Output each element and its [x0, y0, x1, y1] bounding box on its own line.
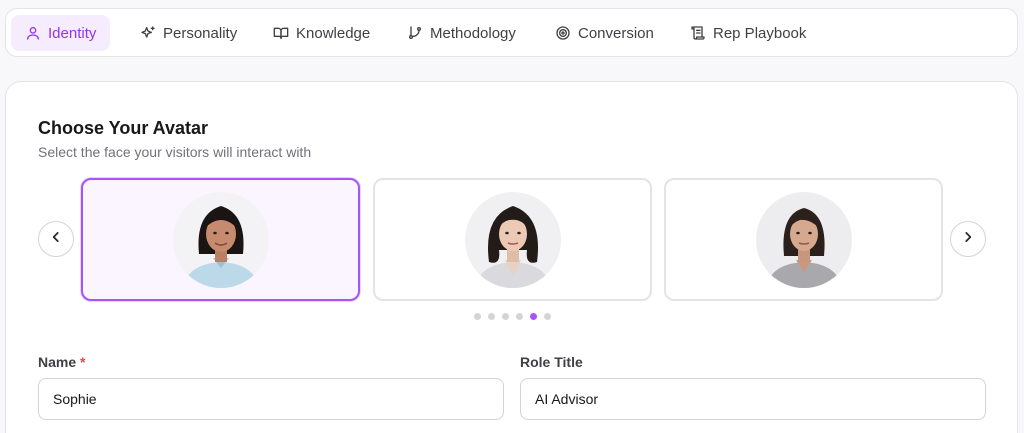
scroll-icon: [690, 25, 706, 41]
pagination-dot[interactable]: [488, 313, 495, 320]
role-title-label: Role Title: [520, 354, 583, 370]
avatar-portrait: [755, 192, 852, 288]
user-icon: [25, 25, 41, 41]
tab-label: Conversion: [578, 24, 654, 42]
carousel-prev-button[interactable]: [38, 221, 74, 257]
tab-label: Methodology: [430, 24, 516, 42]
pagination-dot-active[interactable]: [530, 313, 537, 320]
tab-personality[interactable]: Personality: [126, 15, 251, 51]
tab-label: Identity: [48, 24, 97, 42]
required-marker: *: [80, 354, 86, 370]
tab-bar: Identity Personality Knowledge Methodolo…: [5, 8, 1018, 57]
identity-panel: Choose Your Avatar Select the face your …: [5, 81, 1018, 433]
section-title: Choose Your Avatar: [38, 118, 209, 138]
avatar-portrait: [464, 192, 561, 288]
book-open-icon: [273, 25, 289, 41]
tab-label: Rep Playbook: [713, 24, 807, 42]
name-label-text: Name: [38, 354, 77, 370]
tab-label: Knowledge: [296, 24, 371, 42]
chevron-right-icon: [961, 230, 975, 249]
name-input[interactable]: [38, 378, 504, 420]
carousel-pagination: [474, 313, 551, 320]
tab-rep-playbook[interactable]: Rep Playbook: [676, 15, 820, 51]
tab-identity[interactable]: Identity: [11, 15, 111, 51]
role-title-input[interactable]: [520, 378, 986, 420]
avatar-option-3[interactable]: [664, 178, 943, 301]
tab-knowledge[interactable]: Knowledge: [259, 15, 384, 51]
avatar-option-1[interactable]: [81, 178, 360, 301]
avatar-portrait: [172, 192, 269, 288]
name-label: Name *: [38, 354, 85, 370]
target-icon: [555, 25, 571, 41]
tab-label: Personality: [163, 24, 238, 42]
avatar-option-2[interactable]: [373, 178, 652, 301]
pagination-dot[interactable]: [544, 313, 551, 320]
section-subtitle: Select the face your visitors will inter…: [38, 144, 312, 160]
git-branch-icon: [407, 25, 423, 41]
tab-conversion[interactable]: Conversion: [541, 15, 668, 51]
chevron-left-icon: [49, 230, 63, 249]
tab-methodology[interactable]: Methodology: [393, 15, 530, 51]
pagination-dot[interactable]: [474, 313, 481, 320]
carousel-next-button[interactable]: [950, 221, 986, 257]
pagination-dot[interactable]: [516, 313, 523, 320]
sparkles-icon: [140, 25, 156, 41]
pagination-dot[interactable]: [502, 313, 509, 320]
